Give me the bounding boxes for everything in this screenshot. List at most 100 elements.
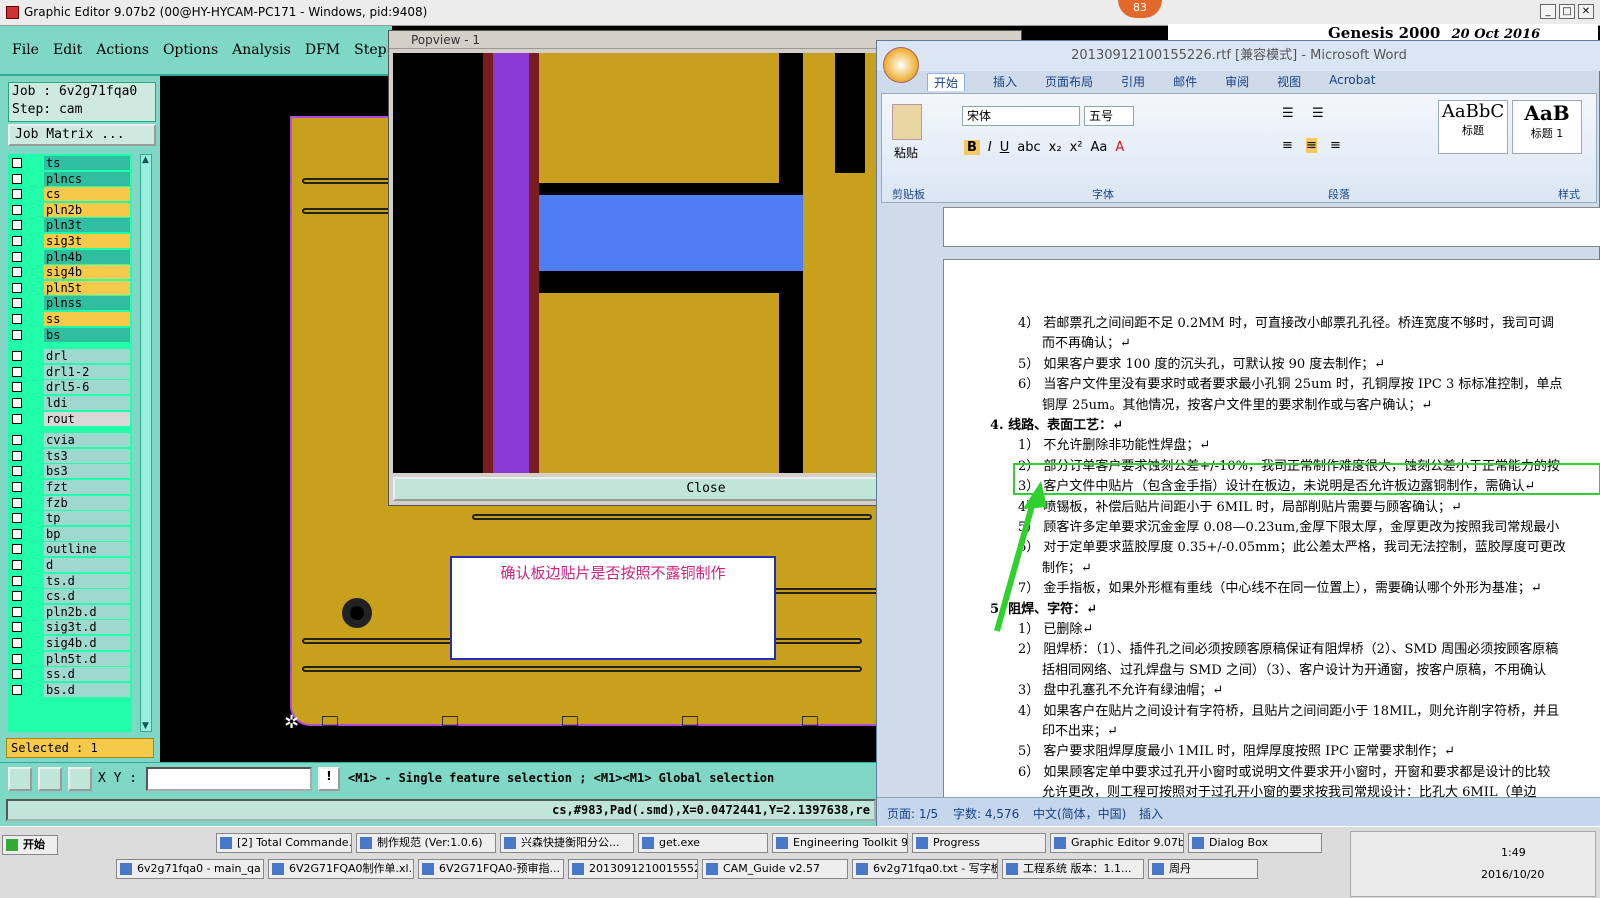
underline-button[interactable]: U [1000,140,1010,155]
layer-checkbox[interactable] [12,413,22,424]
layer-row-sig4b-d[interactable]: sig4b.d [8,636,132,650]
layer-checkbox[interactable] [12,622,22,633]
layer-checkbox[interactable] [12,158,22,168]
taskbar-button[interactable]: 制作规范 (Ver:1.0.6) [356,833,496,853]
layer-row-ts[interactable]: ts [8,156,132,170]
font-select[interactable]: 宋体 [962,106,1080,126]
layer-row-plnss[interactable]: plnss [8,296,132,311]
layer-row-sig3t[interactable]: sig3t [8,234,132,248]
layer-row-cs[interactable]: cs [8,187,132,202]
taskbar-button[interactable]: CAM_Guide v2.57 [702,859,848,879]
insert-mode[interactable]: 插入 [1139,805,1163,822]
layer-row-sig3t-d[interactable]: sig3t.d [8,620,132,635]
layer-checkbox[interactable] [12,314,22,324]
clock-time[interactable]: 1:49 [1501,846,1526,859]
clock-date[interactable]: 2016/10/20 [1481,868,1544,881]
menu-options[interactable]: Options [163,42,218,58]
layer-checkbox[interactable] [12,435,22,446]
language[interactable]: 中文(简体，中国) [1033,805,1126,822]
taskbar-button[interactable]: [2] Total Commande... [216,833,352,853]
layer-checkbox[interactable] [12,653,22,664]
layer-row-pln4b[interactable]: pln4b [8,249,132,264]
layer-row-pln2b[interactable]: pln2b [8,202,132,217]
close-icon[interactable]: ✕ [1578,4,1594,19]
office-button-icon[interactable] [883,47,919,83]
menu-analysis[interactable]: Analysis [232,42,291,58]
layer-row-ts-d[interactable]: ts.d [8,573,132,588]
layer-checkbox[interactable] [12,329,22,340]
xy-input[interactable] [146,767,312,791]
layer-row-fzb[interactable]: fzb [8,495,132,510]
layer-checkbox[interactable] [12,204,22,215]
menu-dfm[interactable]: DFM [305,42,340,58]
menu-step[interactable]: Step [354,42,386,58]
ribbon-tab-1[interactable]: 插入 [993,73,1017,91]
layer-scrollbar[interactable]: ▲ ▼ [140,154,152,732]
ribbon-tab-6[interactable]: 视图 [1277,73,1301,91]
layer-checkbox[interactable] [12,669,22,680]
scroll-up-icon[interactable]: ▲ [142,155,150,165]
layer-row-ss-d[interactable]: ss.d [8,667,132,682]
layer-checkbox[interactable] [12,591,22,602]
menu-actions[interactable]: Actions [96,42,149,58]
job-matrix-button[interactable]: Job Matrix ... [8,124,156,146]
layer-row-d[interactable]: d [8,558,132,572]
layer-checkbox[interactable] [12,398,22,408]
layer-checkbox[interactable] [12,638,22,648]
superscript-button[interactable]: x² [1070,140,1083,155]
layer-row-cvia[interactable]: cvia [8,433,132,448]
taskbar-button[interactable]: 6v2g71fqa0 - main_qa [116,859,264,879]
layer-row-fzt[interactable]: fzt [8,480,132,494]
bold-button[interactable]: B [964,140,980,155]
layer-row-cs-d[interactable]: cs.d [8,589,132,604]
layer-row-bs3[interactable]: bs3 [8,464,132,479]
layer-checkbox[interactable] [12,189,22,200]
layer-checkbox[interactable] [12,497,22,508]
ribbon-tab-7[interactable]: Acrobat [1329,73,1375,91]
layer-checkbox[interactable] [12,220,22,231]
paste-label[interactable]: 粘贴 [894,144,918,161]
taskbar-button[interactable]: get.exe [638,833,768,853]
layer-checkbox[interactable] [12,450,22,461]
numbering-icon[interactable]: ☰ [1312,106,1324,121]
layer-row-pln5t-d[interactable]: pln5t.d [8,651,132,666]
layer-checkbox[interactable] [12,544,22,555]
taskbar-button[interactable]: 工程系统 版本：1.1... [1002,859,1144,879]
layer-checkbox[interactable] [12,267,22,278]
layer-row-bs-d[interactable]: bs.d [8,682,132,697]
layer-checkbox[interactable] [12,298,22,309]
font-color-button[interactable]: A [1115,140,1124,155]
layer-row-ldi[interactable]: ldi [8,396,132,410]
menu-edit[interactable]: Edit [53,42,82,58]
layer-checkbox[interactable] [12,282,22,293]
page-indicator[interactable]: 页面: 1/5 [887,805,938,822]
layer-row-pln3t[interactable]: pln3t [8,218,132,233]
minimize-icon[interactable]: _ [1540,4,1556,19]
taskbar-button[interactable]: 6V2G71FQA0-预审指... [418,859,564,879]
layer-row-drl5-6[interactable]: drl5-6 [8,380,132,395]
style-heading-1[interactable]: AaB 标题 1 [1512,100,1582,154]
layer-checkbox[interactable] [12,466,22,477]
layer-checkbox[interactable] [12,528,22,539]
word-count[interactable]: 字数: 4,576 [953,805,1019,822]
start-button[interactable]: 开始 [2,835,58,855]
italic-button[interactable]: I [988,140,992,155]
layer-checkbox[interactable] [12,251,22,262]
layer-row-drl1-2[interactable]: drl1-2 [8,364,132,379]
paste-icon[interactable] [892,104,922,140]
taskbar-button[interactable]: 6V2G71FQA0制作单.xl... [268,859,414,879]
layer-row-drl[interactable]: drl [8,349,132,364]
warning-icon[interactable]: ! [318,767,340,791]
layer-row-outline[interactable]: outline [8,542,132,557]
layer-checkbox[interactable] [12,606,22,617]
tool-1-icon[interactable] [8,767,32,791]
layer-checkbox[interactable] [12,236,22,246]
strikethrough-button[interactable]: abc [1017,140,1040,155]
tool-2-icon[interactable] [38,767,62,791]
taskbar-button[interactable]: Dialog Box [1188,833,1322,853]
maximize-icon[interactable]: □ [1559,4,1575,19]
layer-checkbox[interactable] [12,351,22,362]
taskbar-button[interactable]: 20130912100155522... [568,859,698,879]
subscript-button[interactable]: x₂ [1049,140,1062,155]
layer-row-plncs[interactable]: plncs [8,171,132,186]
